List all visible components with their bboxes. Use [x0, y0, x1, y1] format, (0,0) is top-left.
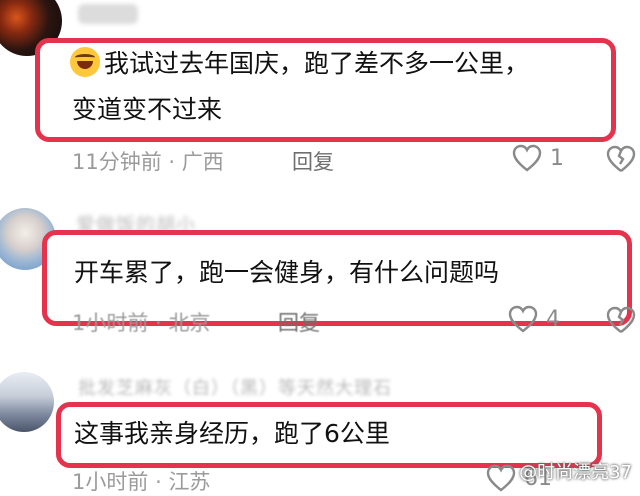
username-blurred: [78, 4, 138, 24]
like-button[interactable]: 4: [508, 305, 560, 333]
comment-meta: 11分钟前 · 广西: [72, 150, 224, 174]
like-count: 4: [546, 306, 560, 332]
comment-meta: 1小时前 · 北京: [72, 311, 211, 335]
broken-heart-icon[interactable]: [606, 306, 636, 334]
laughing-emoji-icon: [70, 47, 100, 77]
username: 批发芝麻灰（白）（黑）等天然大理石: [78, 378, 392, 399]
like-button[interactable]: 1: [512, 144, 564, 172]
heart-outline-icon: [512, 144, 542, 172]
watermark: @时尚漂亮37: [519, 462, 632, 483]
avatar[interactable]: [0, 372, 54, 432]
comment-text-line: 我试过去年国庆，跑了差不多一公里，: [70, 42, 529, 86]
reply-button[interactable]: 回复: [278, 307, 320, 337]
heart-outline-icon: [508, 305, 538, 333]
heart-outline-icon: [486, 464, 516, 492]
comment-text-line: 变道变不过来: [72, 95, 223, 124]
comment-text-line: 这事我亲身经历，跑了6公里: [74, 419, 390, 448]
comment-text-line: 开车累了，跑一会健身，有什么问题吗: [74, 258, 500, 287]
reply-button[interactable]: 回复: [292, 146, 334, 176]
broken-heart-icon[interactable]: [606, 145, 636, 173]
like-count: 1: [550, 145, 564, 171]
